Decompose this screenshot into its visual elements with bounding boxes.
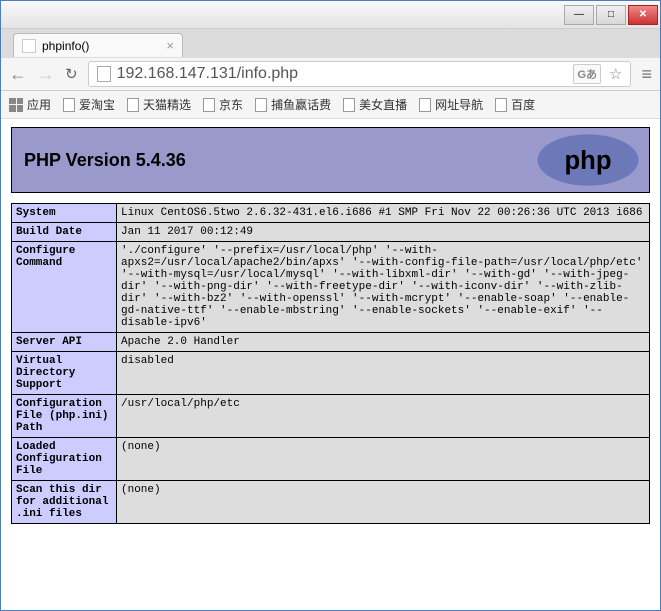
- row-label: System: [12, 204, 117, 223]
- row-label: Build Date: [12, 223, 117, 242]
- row-label: Configure Command: [12, 242, 117, 333]
- reload-button[interactable]: ↻: [65, 65, 78, 83]
- row-value: disabled: [117, 352, 650, 395]
- row-value: Jan 11 2017 00:12:49: [117, 223, 650, 242]
- minimize-button[interactable]: —: [564, 5, 594, 25]
- apps-icon: [9, 98, 23, 112]
- php-logo-icon: php: [533, 131, 643, 189]
- page-icon: [255, 98, 267, 112]
- bookmark-label: 天猫精选: [143, 96, 191, 113]
- php-version-heading: PHP Version 5.4.36: [18, 150, 186, 171]
- window-titlebar: — □ ✕: [1, 1, 660, 29]
- page-icon: [419, 98, 431, 112]
- row-value: (none): [117, 481, 650, 524]
- browser-tab[interactable]: phpinfo() ×: [13, 33, 183, 57]
- url-input[interactable]: [117, 65, 568, 83]
- bookmark-label: 网址导航: [435, 96, 483, 113]
- address-bar[interactable]: Gあ ☆: [88, 61, 632, 87]
- table-row: Configuration File (php.ini) Path/usr/lo…: [12, 395, 650, 438]
- table-row: Server APIApache 2.0 Handler: [12, 333, 650, 352]
- svg-text:php: php: [564, 147, 611, 175]
- table-row: Loaded Configuration File(none): [12, 438, 650, 481]
- page-icon: [127, 98, 139, 112]
- page-icon: [203, 98, 215, 112]
- bookmark-label: 京东: [219, 96, 243, 113]
- row-label: Scan this dir for additional .ini files: [12, 481, 117, 524]
- bookmark-item[interactable]: 百度: [495, 96, 535, 113]
- row-value: './configure' '--prefix=/usr/local/php' …: [117, 242, 650, 333]
- bookmark-label: 爱淘宝: [79, 96, 115, 113]
- forward-button: →: [37, 64, 55, 85]
- row-value: Apache 2.0 Handler: [117, 333, 650, 352]
- page-icon: [495, 98, 507, 112]
- table-row: Build DateJan 11 2017 00:12:49: [12, 223, 650, 242]
- table-row: Scan this dir for additional .ini files(…: [12, 481, 650, 524]
- bookmark-item[interactable]: 捕鱼赢话费: [255, 96, 331, 113]
- bookmark-item[interactable]: 京东: [203, 96, 243, 113]
- tab-close-button[interactable]: ×: [166, 38, 174, 53]
- back-button[interactable]: ←: [9, 64, 27, 85]
- favicon-icon: [22, 39, 36, 53]
- bookmarks-bar: 应用 爱淘宝 天猫精选 京东 捕鱼赢话费 美女直播 网址导航 百度: [1, 91, 660, 119]
- phpinfo-table: SystemLinux CentOS6.5two 2.6.32-431.el6.…: [11, 203, 650, 524]
- page-icon: [343, 98, 355, 112]
- bookmark-label: 捕鱼赢话费: [271, 96, 331, 113]
- row-label: Virtual Directory Support: [12, 352, 117, 395]
- bookmark-star-icon[interactable]: ☆: [609, 65, 622, 83]
- php-header: PHP Version 5.4.36 php: [11, 127, 650, 193]
- page-icon: [63, 98, 75, 112]
- page-icon: [97, 66, 111, 82]
- window-close-button[interactable]: ✕: [628, 5, 658, 25]
- maximize-button[interactable]: □: [596, 5, 626, 25]
- tab-strip: phpinfo() ×: [1, 29, 660, 57]
- translate-icon[interactable]: Gあ: [573, 64, 601, 84]
- page-content: PHP Version 5.4.36 php SystemLinux CentO…: [1, 119, 660, 610]
- apps-shortcut[interactable]: 应用: [9, 96, 51, 113]
- bookmark-item[interactable]: 天猫精选: [127, 96, 191, 113]
- row-value: (none): [117, 438, 650, 481]
- row-value: Linux CentOS6.5two 2.6.32-431.el6.i686 #…: [117, 204, 650, 223]
- table-row: Configure Command'./configure' '--prefix…: [12, 242, 650, 333]
- table-row: Virtual Directory Supportdisabled: [12, 352, 650, 395]
- tab-title: phpinfo(): [42, 39, 89, 53]
- bookmark-item[interactable]: 美女直播: [343, 96, 407, 113]
- bookmark-item[interactable]: 网址导航: [419, 96, 483, 113]
- menu-icon[interactable]: ≡: [641, 64, 652, 85]
- bookmark-label: 美女直播: [359, 96, 407, 113]
- table-row: SystemLinux CentOS6.5two 2.6.32-431.el6.…: [12, 204, 650, 223]
- bookmark-label: 百度: [511, 96, 535, 113]
- browser-toolbar: ← → ↻ Gあ ☆ ≡: [1, 57, 660, 91]
- apps-label: 应用: [27, 96, 51, 113]
- row-label: Configuration File (php.ini) Path: [12, 395, 117, 438]
- row-label: Loaded Configuration File: [12, 438, 117, 481]
- bookmark-item[interactable]: 爱淘宝: [63, 96, 115, 113]
- row-label: Server API: [12, 333, 117, 352]
- row-value: /usr/local/php/etc: [117, 395, 650, 438]
